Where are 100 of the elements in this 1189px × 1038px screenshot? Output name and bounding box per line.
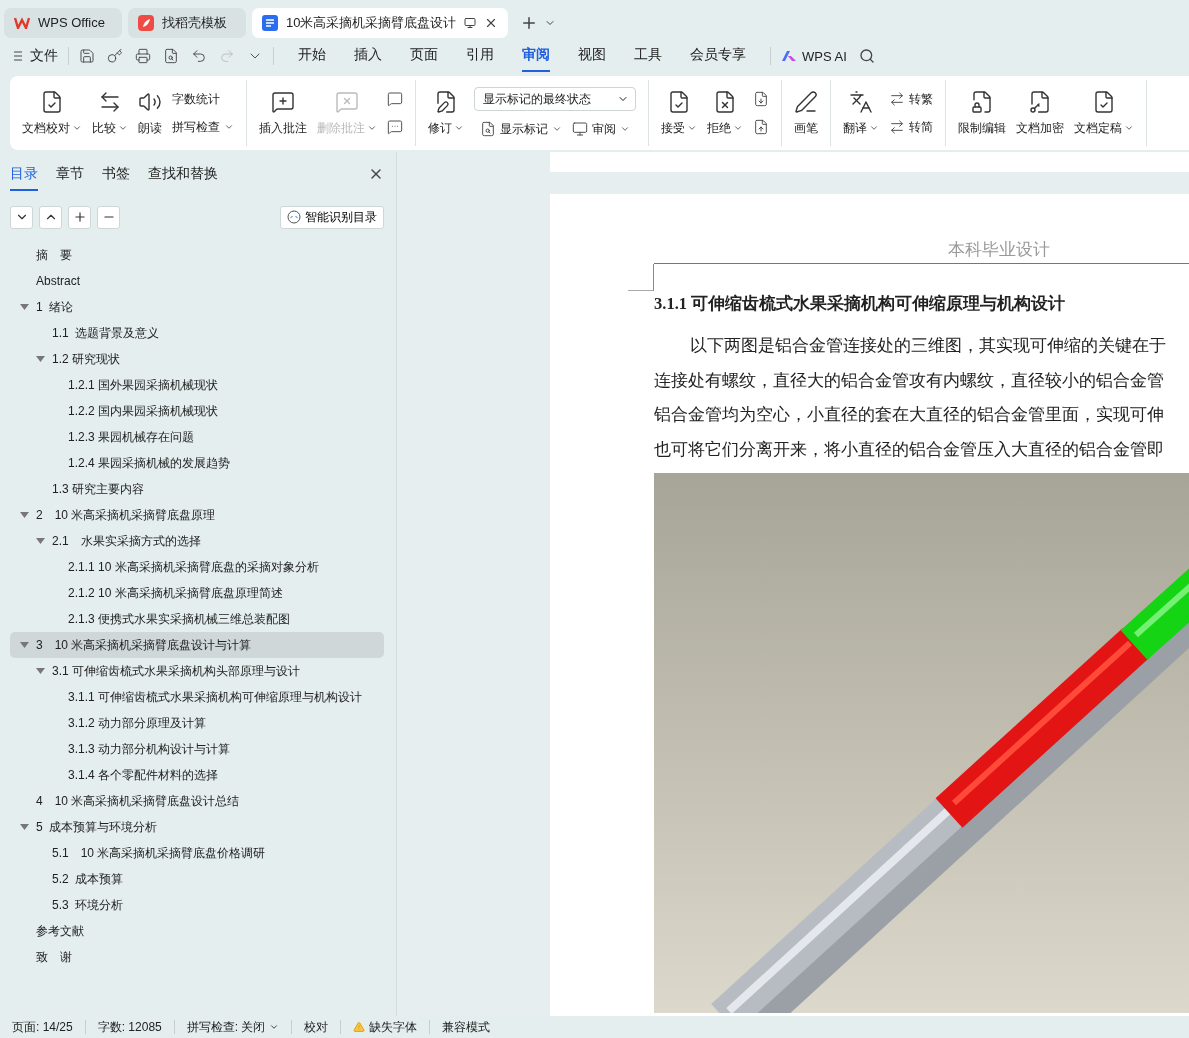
collapse-triangle-icon[interactable] bbox=[20, 303, 29, 311]
toc-item[interactable]: 3.1.4 各个零配件材料的选择 bbox=[10, 762, 384, 788]
toc-item[interactable]: 3.1.3 动力部分机构设计与计算 bbox=[10, 736, 384, 762]
caret-icon bbox=[72, 123, 82, 133]
ribbon-button[interactable]: 审阅 bbox=[572, 119, 630, 139]
smart-toc-button[interactable]: 智能识别目录 bbox=[280, 205, 384, 229]
ai-button[interactable]: WPS AI bbox=[781, 48, 847, 64]
toc-item[interactable]: 3.1 可伸缩齿梳式水果采摘机构头部原理与设计 bbox=[10, 658, 384, 684]
ribbon-button[interactable]: 转繁 bbox=[889, 89, 933, 109]
collapse-triangle-icon[interactable] bbox=[36, 355, 45, 363]
collapse-triangle-icon[interactable] bbox=[36, 537, 45, 545]
toc-item[interactable]: Abstract bbox=[10, 268, 384, 294]
ribbon-button[interactable]: 修订 bbox=[424, 85, 468, 141]
section-heading: 3.1.1 可伸缩齿梳式水果采摘机构可伸缩原理与机构设计 bbox=[654, 293, 1067, 315]
toc-item[interactable]: 1.1 选题背景及意义 bbox=[10, 320, 384, 346]
markup-icon bbox=[480, 121, 496, 137]
panel-tab[interactable]: 书签 bbox=[102, 157, 130, 191]
menu-tab[interactable]: 工具 bbox=[634, 40, 662, 72]
collapse-triangle-icon[interactable] bbox=[20, 823, 29, 831]
toc-item[interactable]: 3.1.2 动力部分原理及计算 bbox=[10, 710, 384, 736]
toc-item[interactable]: 1.2.3 果园机械存在问题 bbox=[10, 424, 384, 450]
status-warning[interactable]: 缺失字体 bbox=[353, 1018, 418, 1036]
menu-tab[interactable]: 会员专享 bbox=[690, 40, 746, 72]
panel-tab[interactable]: 章节 bbox=[56, 157, 84, 191]
collapse-triangle-icon[interactable] bbox=[20, 511, 29, 519]
toc-item[interactable]: 2.1.1 10 米高采摘机采摘臂底盘的采摘对象分析 bbox=[10, 554, 384, 580]
remove-button[interactable] bbox=[97, 205, 120, 229]
expand-button[interactable] bbox=[39, 205, 62, 229]
document-icon bbox=[262, 14, 278, 31]
toc-item[interactable]: 1.2.4 果园采摘机械的发展趋势 bbox=[10, 450, 384, 476]
search-icon[interactable] bbox=[858, 48, 875, 64]
page-header: 本科毕业设计 bbox=[654, 238, 1189, 264]
file-menu[interactable]: 文件 bbox=[14, 47, 58, 65]
ribbon-button[interactable]: 插入批注 bbox=[255, 85, 311, 141]
toc-item[interactable]: 1.2.1 国外果园采摘机械现状 bbox=[10, 372, 384, 398]
toc-item[interactable]: 3.1.1 可伸缩齿梳式水果采摘机构可伸缩原理与机构设计 bbox=[10, 684, 384, 710]
collapse-triangle-icon[interactable] bbox=[36, 667, 45, 675]
toc-item[interactable]: 1 绪论 bbox=[10, 294, 384, 320]
collapse-button[interactable] bbox=[10, 205, 33, 229]
toc-item[interactable]: 5.2 成本预算 bbox=[10, 866, 384, 892]
document-key-icon bbox=[1028, 89, 1052, 114]
menu-tab[interactable]: 开始 bbox=[298, 40, 326, 72]
ribbon-button[interactable]: 文档加密 bbox=[1012, 85, 1068, 141]
menu-tab[interactable]: 引用 bbox=[466, 40, 494, 72]
toc-item[interactable]: 4 10 米高采摘机采摘臂底盘设计总结 bbox=[10, 788, 384, 814]
add-button[interactable] bbox=[68, 205, 91, 229]
warning-icon bbox=[353, 1021, 366, 1033]
menu-tab[interactable]: 页面 bbox=[410, 40, 438, 72]
ribbon-button[interactable]: 画笔 bbox=[790, 85, 822, 141]
panel-tab[interactable]: 查找和替换 bbox=[148, 157, 218, 191]
panel-tab[interactable]: 目录 bbox=[10, 157, 38, 191]
menu-tab[interactable]: 视图 bbox=[578, 40, 606, 72]
window-tab[interactable]: 找稻壳模板 bbox=[128, 7, 246, 38]
caret-icon bbox=[552, 124, 562, 134]
window-tab[interactable]: WPS Office bbox=[4, 7, 122, 38]
print-icon bbox=[135, 48, 151, 64]
toc-item[interactable]: 1.3 研究主要内容 bbox=[10, 476, 384, 502]
ribbon-button[interactable]: 显示标记 bbox=[480, 119, 562, 139]
toc-item[interactable]: 摘 要 bbox=[10, 242, 384, 268]
ribbon-button[interactable]: 朗读 bbox=[134, 85, 166, 141]
document-lock-icon bbox=[970, 89, 994, 114]
collapse-triangle-icon[interactable] bbox=[20, 641, 29, 649]
caret-icon bbox=[269, 1022, 280, 1032]
toc-item[interactable]: 2.1.2 10 米高采摘机采摘臂底盘原理简述 bbox=[10, 580, 384, 606]
markup-select[interactable]: 显示标记的最终状态 bbox=[474, 87, 636, 111]
convert-icon bbox=[889, 91, 905, 107]
plus-icon bbox=[72, 210, 87, 224]
ribbon-button[interactable]: 拒绝 bbox=[703, 85, 747, 141]
document-check-icon bbox=[667, 89, 691, 114]
toc-item[interactable]: 参考文献 bbox=[10, 918, 384, 944]
caret-icon bbox=[367, 123, 377, 133]
ribbon-button[interactable]: 接受 bbox=[657, 85, 701, 141]
toc-item[interactable]: 5.3 环境分析 bbox=[10, 892, 384, 918]
menu-tab[interactable]: 插入 bbox=[354, 40, 382, 72]
toc-item[interactable]: 1.2 研究现状 bbox=[10, 346, 384, 372]
ribbon-button[interactable]: 比较 bbox=[88, 85, 132, 141]
window-tab[interactable]: 10米高采摘机采摘臂底盘设计 bbox=[252, 7, 509, 38]
ribbon-button[interactable]: 翻译 bbox=[839, 85, 883, 141]
menu-tab[interactable]: 审阅 bbox=[522, 40, 550, 72]
previous-comment-button[interactable] bbox=[387, 89, 403, 109]
comment-add-icon bbox=[271, 89, 295, 114]
toc-item[interactable]: 3 10 米高采摘机采摘臂底盘设计与计算 bbox=[10, 632, 384, 658]
undo-icon bbox=[191, 48, 207, 64]
ribbon-button[interactable]: 限制编辑 bbox=[954, 85, 1010, 141]
toc-item[interactable]: 致 谢 bbox=[10, 944, 384, 970]
status-menu[interactable]: 拼写检查: 关闭 bbox=[186, 1018, 280, 1036]
next-comment-button[interactable] bbox=[387, 117, 403, 137]
toc-item[interactable]: 5 成本预算与环境分析 bbox=[10, 814, 384, 840]
ribbon-button[interactable]: 字数统计 bbox=[172, 89, 234, 109]
toc-item[interactable]: 1.2.2 国内果园采摘机械现状 bbox=[10, 398, 384, 424]
previous-change-button[interactable] bbox=[753, 89, 769, 109]
ribbon-button[interactable]: 文档定稿 bbox=[1070, 85, 1138, 141]
toc-item[interactable]: 5.1 10 米高采摘机采摘臂底盘价格调研 bbox=[10, 840, 384, 866]
ribbon-button[interactable]: 文档校对 bbox=[18, 85, 86, 141]
toc-item[interactable]: 2.1 水果实采摘方式的选择 bbox=[10, 528, 384, 554]
next-change-button[interactable] bbox=[753, 117, 769, 137]
toc-item[interactable]: 2.1.3 便携式水果实采摘机械三维总装配图 bbox=[10, 606, 384, 632]
ribbon-button[interactable]: 转简 bbox=[889, 117, 933, 137]
toc-item[interactable]: 2 10 米高采摘机采摘臂底盘原理 bbox=[10, 502, 384, 528]
ribbon-button[interactable]: 拼写检查 bbox=[172, 117, 234, 137]
